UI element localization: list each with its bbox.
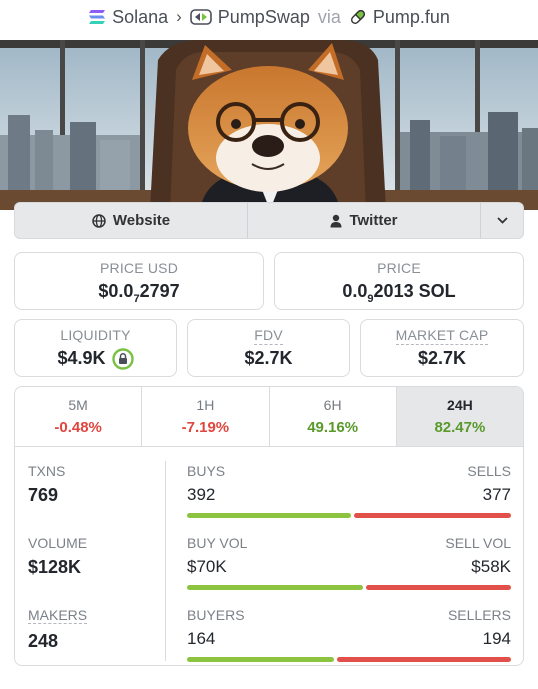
sells-bar-fill <box>353 513 511 518</box>
tab-6h-label: 6H <box>323 397 342 413</box>
price-sol-label: PRICE <box>377 260 421 276</box>
solana-icon <box>88 9 106 25</box>
chevron-down-icon <box>496 217 508 224</box>
tab-5m[interactable]: 5M -0.48% <box>15 387 143 446</box>
sellers-bar-fill <box>337 657 511 662</box>
pumpswap-icon <box>189 7 212 27</box>
txns-stat: TXNS 769 <box>28 463 158 506</box>
fdv-card: FDV $2.7K <box>187 319 350 377</box>
breadcrumb: Solana › PumpSwap via Pump.fun <box>0 0 538 34</box>
stats-rows: TXNS 769 BUYS SELLS 392 377 VOLUME $128K <box>15 447 523 665</box>
price-usd-digits: 2797 <box>139 281 180 301</box>
tab-24h[interactable]: 24H 82.47% <box>396 387 523 446</box>
breadcrumb-dex[interactable]: PumpSwap <box>218 7 310 28</box>
tab-24h-change: 82.47% <box>434 419 486 436</box>
buy-vol-label: BUY VOL <box>187 535 248 551</box>
market-cap-value: $2.7K <box>417 348 467 368</box>
buyers-sellers-bar <box>187 657 511 662</box>
fdv-label[interactable]: FDV <box>254 327 283 345</box>
buys-bar-fill <box>187 513 351 518</box>
trading-stats-panel: 5M -0.48% 1H -7.19% 6H 49.16% 24H 82.47%… <box>14 386 524 666</box>
tab-24h-label: 24H <box>447 397 473 413</box>
price-sol-digits: 2013 SOL <box>373 281 456 301</box>
tab-1h-change: -7.19% <box>181 419 230 436</box>
lock-icon[interactable] <box>111 347 134 370</box>
sell-vol-label: SELL VOL <box>445 535 511 551</box>
price-usd-card: PRICE USD $0.0 7 2797 <box>14 252 264 310</box>
tab-6h[interactable]: 6H 49.16% <box>270 387 397 446</box>
buyers-value: 164 <box>187 629 216 648</box>
buyers-bar-fill <box>187 657 335 662</box>
tab-1h[interactable]: 1H -7.19% <box>142 387 270 446</box>
more-links-dropdown[interactable] <box>481 203 523 238</box>
price-usd-label: PRICE USD <box>99 260 179 276</box>
buys-value: 392 <box>187 485 216 504</box>
makers-value: 248 <box>28 631 59 651</box>
buys-sells-bar <box>187 513 511 518</box>
price-usd-zero-count: 7 <box>133 293 140 305</box>
buyers-sellers-stat: BUYERS SELLERS 164 194 <box>187 607 511 662</box>
globe-icon <box>92 213 106 228</box>
price-sol-zero-count: 9 <box>367 293 374 305</box>
price-usd-prefix: $0.0 <box>98 281 134 301</box>
makers-stat: MAKERS 248 <box>28 607 158 652</box>
sell-vol-bar-fill <box>365 585 511 590</box>
breadcrumb-chain[interactable]: Solana <box>112 7 168 28</box>
liquidity-value-row: $4.9K <box>57 347 134 370</box>
liquidity-label: LIQUIDITY <box>60 326 131 343</box>
tab-5m-change: -0.48% <box>54 419 102 436</box>
website-button[interactable]: Website <box>15 203 248 238</box>
twitter-label: Twitter <box>349 212 398 229</box>
buyers-label: BUYERS <box>187 607 245 623</box>
sellers-label: SELLERS <box>447 607 511 623</box>
market-cap-label[interactable]: MARKET CAP <box>395 327 489 345</box>
sells-value: 377 <box>482 485 511 504</box>
fdv-value: $2.7K <box>244 348 293 368</box>
chevron-right-icon: › <box>176 7 182 26</box>
txns-label: TXNS <box>28 463 66 479</box>
price-sol-prefix: 0.0 <box>342 281 368 301</box>
pill-icon <box>349 8 367 26</box>
tab-6h-change: 49.16% <box>307 419 359 436</box>
token-banner-image <box>0 40 538 210</box>
volume-value: $128K <box>28 557 82 577</box>
sells-label: SELLS <box>467 463 511 479</box>
stats-divider <box>165 461 166 661</box>
price-sol-value: 0.0 9 2013 SOL <box>342 281 456 305</box>
buy-vol-bar-fill <box>187 585 363 590</box>
social-links-bar: Website Twitter <box>14 202 524 239</box>
sell-vol-value: $58K <box>471 557 511 576</box>
twitter-button[interactable]: Twitter <box>248 203 481 238</box>
breadcrumb-source[interactable]: Pump.fun <box>373 7 450 28</box>
tab-1h-label: 1H <box>196 397 215 413</box>
liquidity-card: LIQUIDITY $4.9K <box>14 319 177 377</box>
buys-sells-stat: BUYS SELLS 392 377 <box>187 463 511 518</box>
volume-stat: VOLUME $128K <box>28 535 158 578</box>
txns-value: 769 <box>28 485 59 505</box>
makers-label[interactable]: MAKERS <box>28 607 88 624</box>
volume-label: VOLUME <box>28 535 88 551</box>
buy-sell-volume-bar <box>187 585 511 590</box>
price-sol-card: PRICE 0.0 9 2013 SOL <box>274 252 524 310</box>
sellers-value: 194 <box>482 629 511 648</box>
website-label: Website <box>112 212 171 229</box>
liquidity-value: $4.9K <box>57 348 106 368</box>
buys-label: BUYS <box>187 463 226 479</box>
breadcrumb-via: via <box>317 6 341 27</box>
buy-sell-volume-stat: BUY VOL SELL VOL $70K $58K <box>187 535 511 590</box>
tab-5m-label: 5M <box>68 397 88 413</box>
market-cap-card: MARKET CAP $2.7K <box>360 319 524 377</box>
user-icon <box>330 214 342 228</box>
buy-vol-value: $70K <box>187 557 227 576</box>
price-usd-value: $0.0 7 2797 <box>98 281 180 305</box>
timeframe-tabs: 5M -0.48% 1H -7.19% 6H 49.16% 24H 82.47% <box>15 387 523 447</box>
